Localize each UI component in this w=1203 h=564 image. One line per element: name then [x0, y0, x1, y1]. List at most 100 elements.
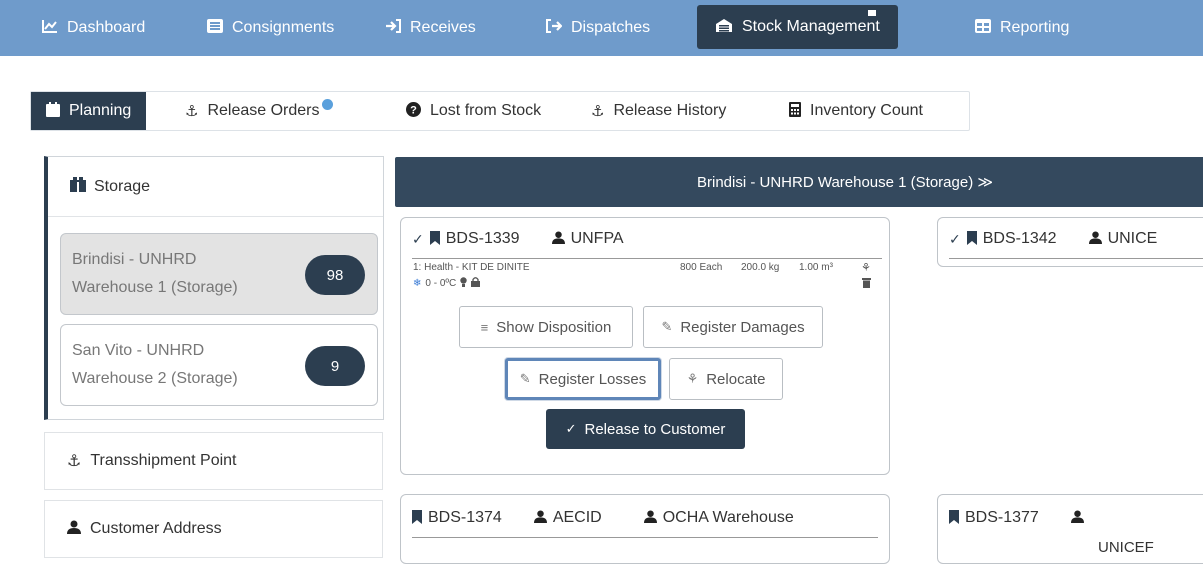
- chart-line-icon: [42, 19, 58, 37]
- bookmark-icon: [412, 509, 422, 527]
- lock-icon: [471, 277, 481, 290]
- card-title: ✓ BDS-1339 UNFPA: [412, 230, 624, 248]
- nav-consignments-label: Consignments: [232, 19, 335, 36]
- bookmark-icon: [429, 230, 440, 248]
- item-temperature: 0 - 0ºC: [425, 278, 457, 289]
- location-item-san-vito[interactable]: San Vito - UNHRD Warehouse 2 (Storage) 9: [60, 324, 378, 406]
- register-losses-button[interactable]: ✎ Register Losses: [505, 358, 661, 400]
- tab-release-orders-label: Release Orders: [207, 102, 320, 119]
- nav-dashboard[interactable]: Dashboard: [42, 0, 145, 56]
- info-badge-icon: [321, 98, 333, 110]
- location-count-badge: 9: [305, 346, 365, 386]
- user-icon: [551, 231, 565, 247]
- card-destination: OCHA Warehouse: [662, 509, 794, 526]
- nav-receives[interactable]: Receives: [385, 0, 476, 56]
- check-icon: ✓: [565, 421, 577, 436]
- nav-reporting-label: Reporting: [1000, 19, 1070, 36]
- relocate-label: Relocate: [706, 370, 766, 388]
- calculator-icon: [789, 101, 801, 121]
- card-id: BDS-1374: [428, 509, 502, 526]
- nav-consignments[interactable]: Consignments: [207, 0, 334, 56]
- sign-in-icon: [385, 19, 401, 37]
- card-id: BDS-1377: [965, 509, 1039, 526]
- bookmark-icon: [949, 509, 959, 527]
- question-circle-icon: ?: [406, 101, 421, 121]
- register-damages-button[interactable]: ✎ Register Damages: [643, 306, 823, 348]
- relocate-button[interactable]: ⚘ Relocate: [669, 358, 783, 400]
- lightbulb-icon: [460, 277, 467, 290]
- pencil-icon: ✎: [661, 319, 673, 334]
- nav-dashboard-label: Dashboard: [67, 19, 146, 36]
- card-id: BDS-1339: [445, 230, 520, 247]
- nav-stock-management-label: Stock Management: [742, 18, 880, 35]
- user-icon: [67, 520, 81, 539]
- register-losses-label: Register Losses: [538, 370, 647, 388]
- bookmark-icon: [966, 230, 977, 248]
- anchor-icon: ⚓︎: [591, 103, 605, 120]
- check-icon: ✓: [412, 230, 424, 247]
- tab-lost-from-stock[interactable]: ? Lost from Stock: [406, 92, 541, 130]
- consignment-card-bds-1339: ✓ BDS-1339 UNFPA 1: Health - KIT DE DINI…: [400, 217, 890, 475]
- location-item-brindisi[interactable]: Brindisi - UNHRD Warehouse 1 (Storage) 9…: [60, 233, 378, 315]
- anchor-icon: ⚓︎: [185, 103, 199, 120]
- card-org: AECID: [552, 509, 602, 526]
- card-title: BDS-1377: [949, 509, 1090, 527]
- transshipment-point-section[interactable]: ⚓︎ Transshipment Point: [44, 432, 383, 490]
- customer-address-section[interactable]: Customer Address: [44, 500, 383, 558]
- card-org: UNICEF: [1098, 539, 1154, 556]
- tab-inventory-count-label: Inventory Count: [810, 102, 923, 119]
- location-name: San Vito - UNHRD Warehouse 2 (Storage): [72, 342, 238, 387]
- nav-receives-label: Receives: [410, 19, 476, 36]
- tab-planning-label: Planning: [69, 102, 132, 119]
- location-name: Brindisi - UNHRD Warehouse 1 (Storage): [72, 251, 238, 296]
- release-to-customer-label: Release to Customer: [584, 420, 726, 438]
- item-description: 1: Health - KIT DE DINITE: [413, 262, 530, 273]
- plant-icon: ⚘: [861, 262, 871, 274]
- user-icon: [643, 510, 657, 526]
- transshipment-label: Transshipment Point: [90, 452, 237, 469]
- nav-dispatches-label: Dispatches: [571, 19, 651, 36]
- tab-inventory-count[interactable]: Inventory Count: [789, 92, 923, 130]
- tab-release-orders[interactable]: ⚓︎ Release Orders: [185, 92, 333, 130]
- item-quantity: 800 Each: [680, 262, 723, 273]
- card-title: BDS-1374 AECID OCHA Warehouse: [412, 509, 794, 527]
- warehouse-header-title: Brindisi - UNHRD Warehouse 1 (Storage) ≫: [697, 174, 994, 191]
- relocate-icon: ⚘: [686, 371, 699, 386]
- location-count-badge: 98: [305, 255, 365, 295]
- sub-tabs: Planning ⚓︎ Release Orders ? Lost from S…: [30, 91, 970, 131]
- user-icon: [1070, 510, 1084, 526]
- warehouse-header[interactable]: Brindisi - UNHRD Warehouse 1 (Storage) ≫: [395, 157, 1203, 207]
- card-divider: [412, 537, 878, 538]
- consignment-card-bds-1342: ✓ BDS-1342 UNICE: [937, 217, 1203, 267]
- tab-planning[interactable]: Planning: [31, 92, 147, 130]
- card-divider: [949, 258, 1203, 259]
- consignment-card-bds-1374: BDS-1374 AECID OCHA Warehouse: [400, 494, 890, 564]
- consignment-card-bds-1377: BDS-1377 UNICEF: [937, 494, 1203, 564]
- user-icon: [1088, 231, 1102, 247]
- release-to-customer-button[interactable]: ✓ Release to Customer: [546, 409, 745, 449]
- trash-icon[interactable]: [862, 277, 871, 291]
- nav-reporting[interactable]: Reporting: [975, 0, 1069, 56]
- user-icon: [533, 510, 547, 526]
- tab-release-history-label: Release History: [613, 102, 727, 119]
- tab-lost-from-stock-label: Lost from Stock: [430, 102, 542, 119]
- storage-header[interactable]: Storage: [48, 157, 383, 217]
- storage-icon: [70, 176, 86, 197]
- show-disposition-label: Show Disposition: [496, 318, 612, 336]
- warehouse-icon: [715, 18, 733, 37]
- show-disposition-button[interactable]: ≡ Show Disposition: [459, 306, 633, 348]
- anchor-icon: ⚓︎: [67, 453, 82, 470]
- card-org: UNFPA: [570, 230, 624, 247]
- register-damages-label: Register Damages: [680, 318, 805, 336]
- item-weight: 200.0 kg: [741, 262, 780, 273]
- list-alt-icon: [207, 19, 223, 37]
- top-navbar: Dashboard Consignments Receives Dispatch…: [0, 0, 1203, 56]
- tab-release-history[interactable]: ⚓︎ Release History: [591, 92, 726, 130]
- notification-flag-icon: [867, 10, 876, 16]
- list-icon: ≡: [480, 319, 489, 335]
- nav-dispatches[interactable]: Dispatches: [546, 0, 650, 56]
- table-icon: [975, 19, 991, 37]
- check-icon: ✓: [949, 230, 961, 247]
- nav-stock-management[interactable]: Stock Management: [697, 5, 898, 49]
- svg-text:?: ?: [410, 104, 417, 116]
